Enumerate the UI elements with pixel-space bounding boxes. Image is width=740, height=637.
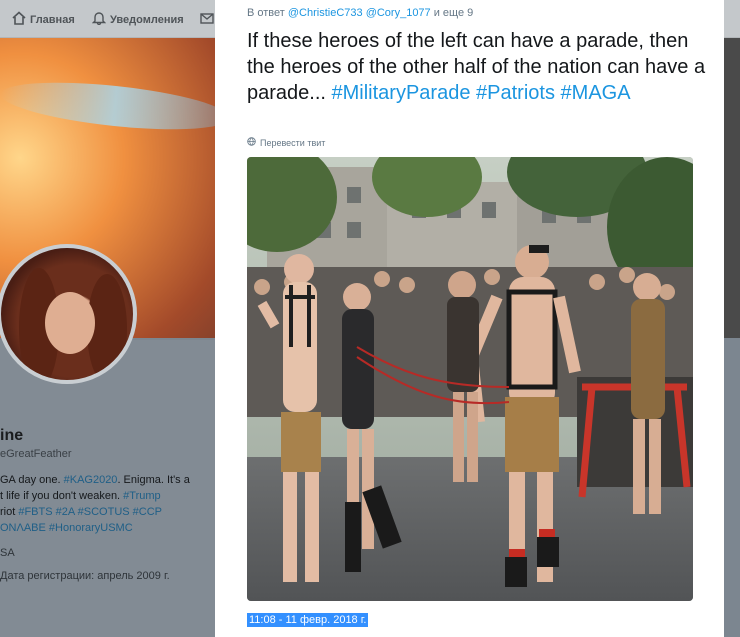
- nav-messages[interactable]: [200, 11, 214, 28]
- reply-mention-link[interactable]: @ChristieC733: [288, 7, 363, 19]
- avatar[interactable]: [0, 244, 137, 384]
- tweet-hashtag-link[interactable]: #Patriots: [476, 82, 555, 104]
- avatar-face: [45, 292, 95, 354]
- banner-light-streak: [0, 74, 232, 138]
- tweet-permalink-modal: В ответ @ChristieC733 @Cory_1077 и еще 9…: [215, 0, 724, 637]
- bio-line: t life if you don't weaken. #Trump: [0, 488, 200, 504]
- bio-text: . Enigma. It's a: [117, 474, 190, 486]
- tweet-photo[interactable]: [247, 157, 693, 601]
- tweet-timestamp-selected[interactable]: 11:08 - 11 февр. 2018 г.: [247, 613, 369, 627]
- photo-scene: [247, 157, 693, 601]
- profile-name: ine: [0, 427, 24, 444]
- reply-context: В ответ @ChristieC733 @Cory_1077 и еще 9: [247, 7, 473, 19]
- tweet-hashtag-link[interactable]: #MilitaryParade: [332, 82, 471, 104]
- reply-prefix: В ответ: [247, 7, 288, 19]
- reply-more-link[interactable]: и еще 9: [431, 7, 474, 19]
- profile-join-date: Дата регистрации: апрель 2009 г.: [0, 570, 170, 582]
- tweet-hashtag-link[interactable]: #MAGA: [561, 82, 631, 104]
- bio-line: riot #FBTS #2A #SCOTUS #CCP: [0, 504, 200, 520]
- nav-home[interactable]: Главная: [12, 11, 75, 28]
- bio-hashtag[interactable]: #KAG2020: [64, 474, 118, 486]
- bio-text: riot: [0, 506, 19, 518]
- reply-mention-link[interactable]: @Cory_1077: [366, 7, 431, 19]
- bio-line: GA day one. #KAG2020. Enigma. It's a: [0, 472, 200, 488]
- bio-hashtag[interactable]: #Trump: [123, 490, 161, 502]
- translate-label: Перевести твит: [260, 137, 326, 148]
- nav-home-label: Главная: [30, 13, 75, 26]
- bio-text: GA day one.: [0, 474, 64, 486]
- bio-text: t life if you don't weaken.: [0, 490, 124, 502]
- profile-handle: eGreatFeather: [0, 448, 72, 460]
- globe-icon: [247, 137, 256, 148]
- bio-hashtag[interactable]: ΟΝΛΑΒΕ #HonoraryUSMC: [0, 522, 133, 534]
- translate-tweet-link[interactable]: Перевести твит: [247, 137, 325, 148]
- bio-line: ΟΝΛΑΒΕ #HonoraryUSMC: [0, 520, 200, 536]
- bell-icon: [91, 11, 107, 28]
- home-icon: [12, 11, 26, 28]
- bio-hashtag[interactable]: #FBTS #2A #SCOTUS #CCP: [18, 506, 162, 518]
- profile-location: SA: [0, 547, 15, 559]
- nav-notifications-label: Уведомления: [110, 13, 184, 26]
- tweet-text: If these heroes of the left can have a p…: [247, 28, 707, 106]
- banner-right-edge: [724, 38, 740, 338]
- envelope-icon: [200, 11, 214, 28]
- profile-bio: GA day one. #KAG2020. Enigma. It's a t l…: [0, 472, 200, 536]
- nav-notifications[interactable]: Уведомления: [91, 11, 184, 28]
